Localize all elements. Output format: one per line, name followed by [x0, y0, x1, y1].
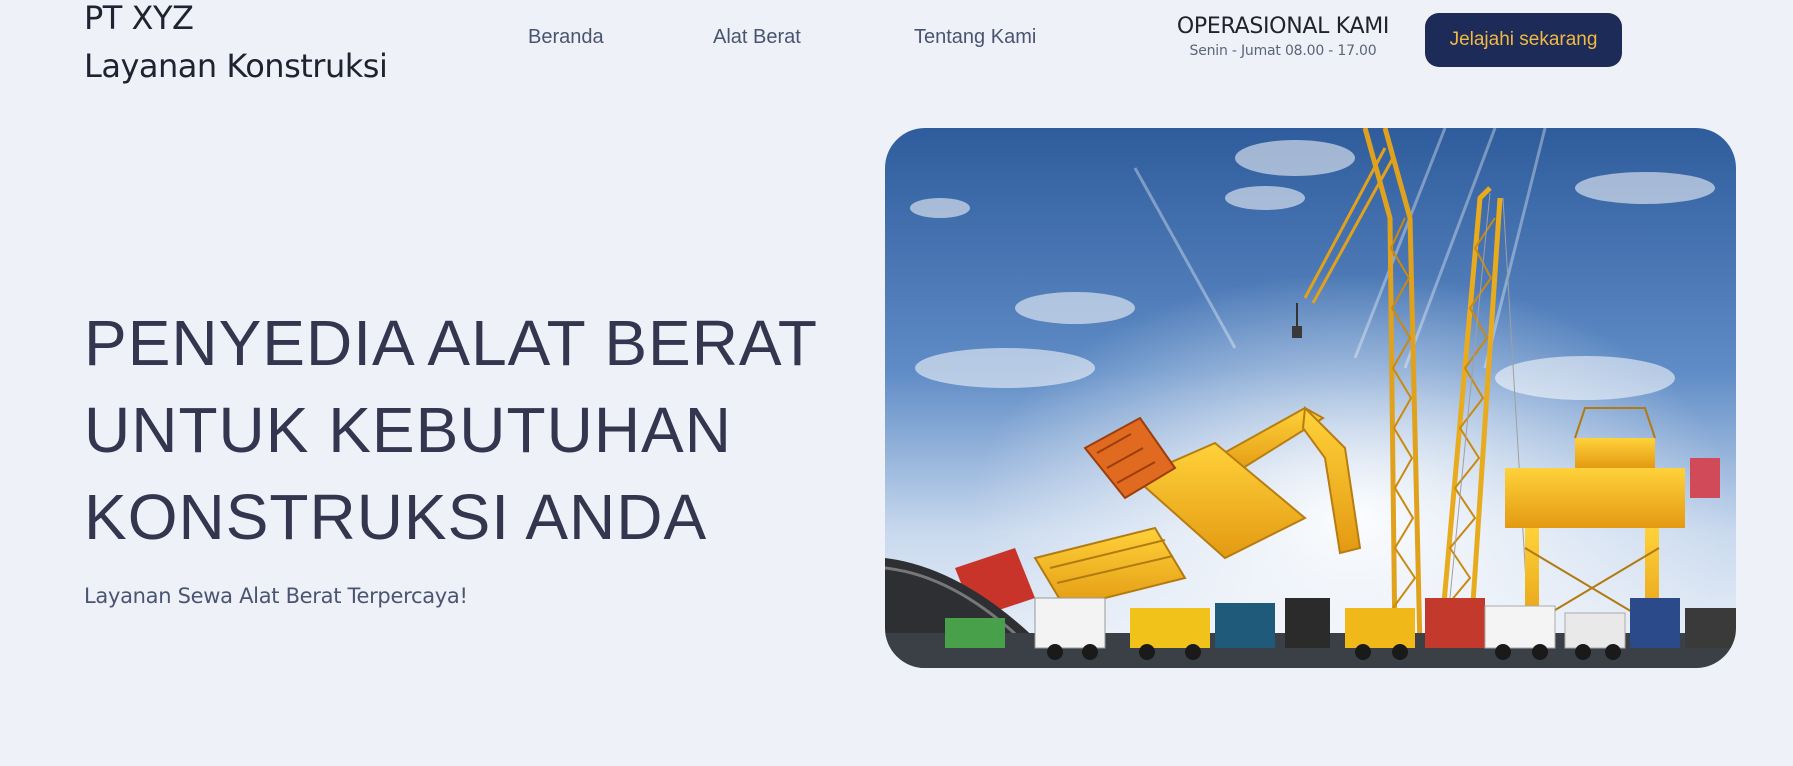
- hero-subtitle: Layanan Sewa Alat Berat Terpercaya!: [84, 584, 468, 608]
- nav-link-beranda[interactable]: Beranda: [528, 26, 604, 49]
- brand-name: PT XYZ: [84, 0, 194, 37]
- nav-link-tentang-kami[interactable]: Tentang Kami: [914, 26, 1036, 49]
- operating-hours-title: OPERASIONAL KAMI: [1176, 14, 1390, 39]
- explore-now-button[interactable]: Jelajahi sekarang: [1425, 13, 1622, 67]
- hero-headline-line: PENYEDIA ALAT BERAT: [84, 307, 818, 379]
- hero-image-heavy-equipment: [885, 128, 1736, 668]
- brand-logo-text[interactable]: PT XYZ Layanan Konstruksi: [84, 0, 388, 90]
- brand-tagline: Layanan Konstruksi: [84, 47, 388, 85]
- hero-headline-line: KONSTRUKSI ANDA: [84, 481, 708, 553]
- hero-headline-line: UNTUK KEBUTUHAN: [84, 394, 732, 466]
- hero-headline: PENYEDIA ALAT BERAT UNTUK KEBUTUHAN KONS…: [84, 300, 818, 561]
- operating-hours-schedule: Senin - Jumat 08.00 - 17.00: [1189, 43, 1377, 59]
- operating-hours: OPERASIONAL KAMI Senin - Jumat 08.00 - 1…: [1172, 14, 1394, 59]
- nav-link-alat-berat[interactable]: Alat Berat: [713, 26, 801, 49]
